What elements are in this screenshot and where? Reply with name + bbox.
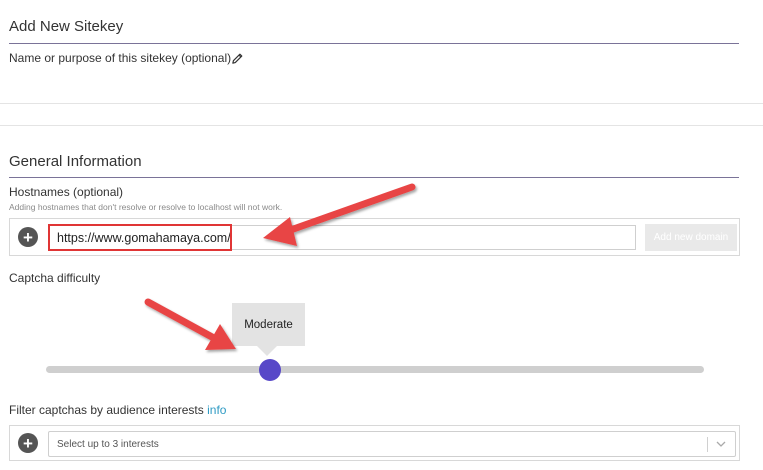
divider xyxy=(0,103,763,104)
add-new-domain-button[interactable]: Add new domain xyxy=(645,224,737,251)
select-separator xyxy=(707,437,708,452)
interests-label: Filter captchas by audience interests in… xyxy=(9,403,227,417)
sitekey-name-label: Name or purpose of this sitekey (optiona… xyxy=(9,51,232,65)
hostnames-row: + Add new domain xyxy=(9,218,740,256)
hostnames-hint: Adding hostnames that don't resolve or r… xyxy=(9,202,283,212)
slider-arrow-icon xyxy=(144,298,236,350)
add-interest-plus-icon[interactable]: + xyxy=(18,433,38,453)
chevron-down-icon[interactable] xyxy=(715,438,727,450)
hostnames-label: Hostnames (optional) xyxy=(9,185,124,199)
captcha-difficulty-label: Captcha difficulty xyxy=(9,271,101,285)
difficulty-slider-thumb[interactable] xyxy=(258,359,281,381)
add-hostname-plus-icon[interactable]: + xyxy=(18,227,38,247)
difficulty-slider-track[interactable] xyxy=(46,366,704,373)
divider xyxy=(0,125,763,126)
pencil-icon[interactable] xyxy=(231,52,244,65)
page-title: Add New Sitekey xyxy=(9,18,124,35)
interests-select[interactable]: Select up to 3 interests xyxy=(48,431,736,457)
general-underline xyxy=(9,177,739,178)
hostname-input[interactable] xyxy=(48,225,636,250)
interests-placeholder: Select up to 3 interests xyxy=(57,438,159,450)
info-link[interactable]: info xyxy=(207,403,226,417)
interests-row: + Select up to 3 interests xyxy=(9,425,740,461)
general-information-title: General Information xyxy=(9,153,142,170)
title-underline xyxy=(9,43,739,44)
difficulty-tooltip: Moderate xyxy=(232,303,305,346)
tooltip-tail xyxy=(257,346,277,356)
